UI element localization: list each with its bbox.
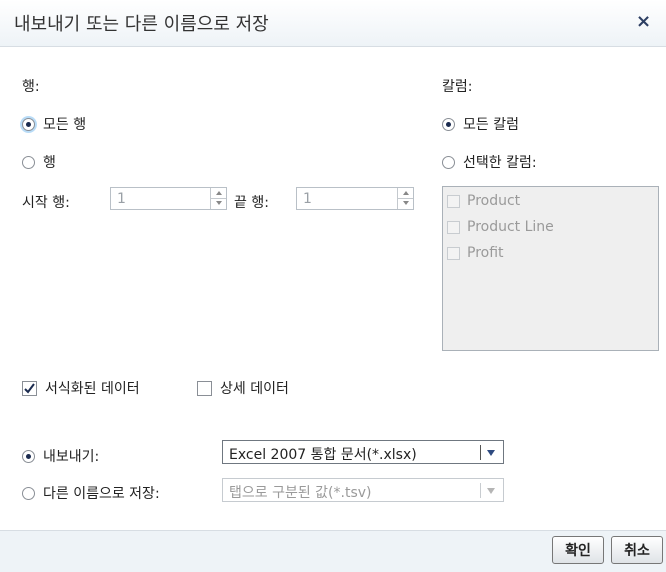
selected-columns-radio[interactable] — [442, 155, 455, 169]
cancel-button[interactable]: 취소 — [611, 536, 663, 564]
rows-range-label: 행 — [43, 155, 56, 171]
all-rows-label: 모든 행 — [43, 117, 87, 133]
end-row-value: 1 — [303, 191, 312, 207]
column-checkbox[interactable] — [447, 194, 460, 208]
column-checkbox[interactable] — [447, 246, 460, 260]
detail-data-option[interactable]: 상세 데이터 — [197, 378, 289, 398]
rows-heading: 행: — [22, 79, 40, 95]
end-row-stepper[interactable]: 1 — [296, 187, 414, 210]
saveas-format-select[interactable]: 탭으로 구분된 값(*.tsv) — [222, 478, 504, 502]
up-arrow-icon — [215, 191, 222, 195]
saveas-radio[interactable] — [22, 486, 35, 500]
column-item-label: Product — [467, 193, 521, 209]
select-separator — [480, 483, 481, 498]
export-radio[interactable] — [22, 449, 35, 463]
all-rows-radio[interactable] — [22, 117, 35, 131]
export-dialog: 내보내기 또는 다른 이름으로 저장 × 행: 모든 행 행 시작 행: 1 끝… — [0, 0, 666, 572]
saveas-format-value: 탭으로 구분된 값(*.tsv) — [229, 485, 372, 501]
column-item[interactable]: Product Line — [447, 217, 554, 237]
export-format-select[interactable]: Excel 2007 통합 문서(*.xlsx) — [222, 440, 504, 464]
columns-listbox[interactable]: Product Product Line Profit — [442, 186, 659, 351]
dialog-footer: 확인 취소 — [0, 530, 666, 572]
dialog-titlebar: 내보내기 또는 다른 이름으로 저장 × — [0, 0, 666, 47]
detail-data-label: 상세 데이터 — [220, 381, 289, 397]
end-row-label: 끝 행: — [234, 195, 269, 211]
select-separator — [480, 445, 481, 460]
column-item-label: Product Line — [467, 219, 554, 235]
export-label: 내보내기: — [43, 449, 100, 465]
column-checkbox[interactable] — [447, 220, 460, 234]
end-row-down-button[interactable] — [398, 198, 413, 208]
selected-columns-label: 선택한 칼럼: — [463, 155, 537, 171]
all-columns-radio[interactable] — [442, 117, 455, 131]
start-row-label: 시작 행: — [22, 195, 70, 211]
ok-button[interactable]: 확인 — [552, 536, 604, 564]
formatted-data-checkbox[interactable] — [22, 380, 37, 396]
selected-columns-option[interactable]: 선택한 칼럼: — [442, 152, 537, 172]
formatted-data-label: 서식화된 데이터 — [45, 381, 140, 397]
export-format-value: Excel 2007 통합 문서(*.xlsx) — [229, 447, 417, 463]
dialog-title: 내보내기 또는 다른 이름으로 저장 — [14, 14, 269, 35]
detail-data-checkbox[interactable] — [197, 380, 212, 396]
all-columns-option[interactable]: 모든 칼럼 — [442, 114, 519, 134]
start-row-stepper[interactable]: 1 — [110, 187, 227, 210]
dropdown-arrow-icon — [487, 488, 495, 494]
column-item[interactable]: Profit — [447, 243, 504, 263]
checkmark-icon — [24, 382, 35, 394]
start-row-value: 1 — [117, 191, 126, 207]
close-icon[interactable]: × — [636, 11, 651, 32]
all-rows-option[interactable]: 모든 행 — [22, 114, 86, 134]
dropdown-arrow-icon — [487, 450, 495, 456]
saveas-label: 다른 이름으로 저장: — [43, 486, 160, 502]
rows-range-option[interactable]: 행 — [22, 152, 56, 172]
saveas-option[interactable]: 다른 이름으로 저장: — [22, 483, 160, 503]
rows-range-radio[interactable] — [22, 155, 35, 169]
up-arrow-icon — [402, 191, 409, 195]
column-item-label: Profit — [467, 245, 504, 261]
down-arrow-icon — [402, 201, 409, 205]
column-item[interactable]: Product — [447, 191, 520, 211]
down-arrow-icon — [215, 201, 222, 205]
start-row-down-button[interactable] — [211, 198, 226, 208]
columns-heading: 칼럼: — [442, 79, 473, 95]
all-columns-label: 모든 칼럼 — [463, 117, 519, 133]
formatted-data-option[interactable]: 서식화된 데이터 — [22, 378, 140, 398]
export-option[interactable]: 내보내기: — [22, 446, 99, 466]
